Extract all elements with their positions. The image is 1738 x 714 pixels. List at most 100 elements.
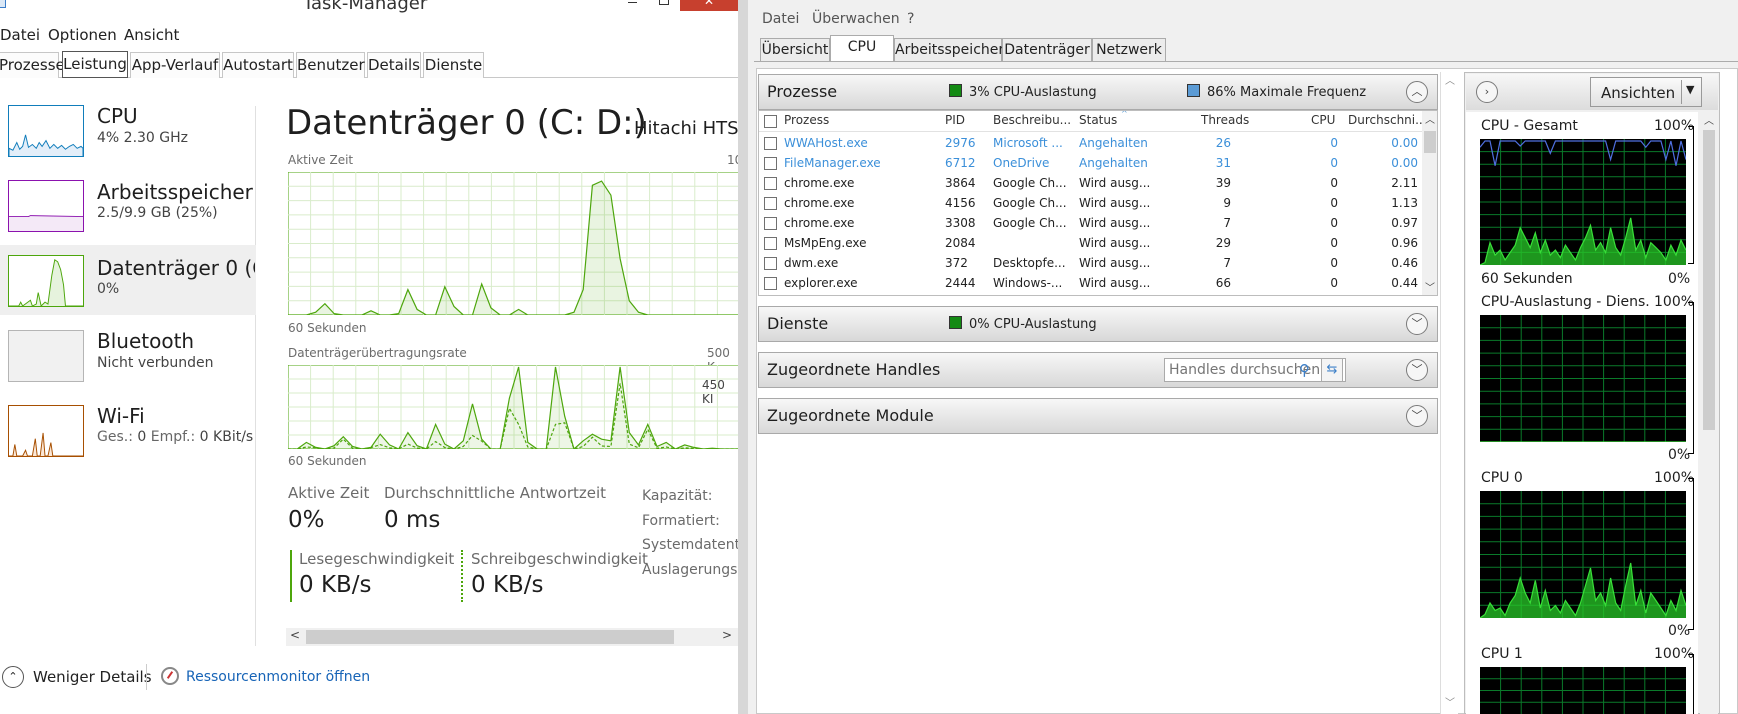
col-avg[interactable]: Durchschni...	[1348, 113, 1427, 127]
col-description[interactable]: Beschreibu...	[993, 113, 1071, 127]
col-cpu[interactable]: CPU	[1311, 113, 1335, 127]
scroll-down-icon[interactable]: ﹀	[1425, 279, 1435, 294]
process-checkbox[interactable]	[764, 177, 777, 190]
table-row[interactable]: dwm.exe 372 Desktopfe... Wird ausg... 7 0 0.46	[759, 253, 1422, 274]
left-pane-scrollbar[interactable]: ︿ ﹀	[1440, 72, 1458, 714]
fewer-details-link[interactable]: Weniger Details	[33, 668, 152, 686]
fewer-details-icon[interactable]: ⌃	[2, 666, 24, 688]
col-process[interactable]: Prozess	[784, 113, 829, 127]
process-checkbox[interactable]	[764, 197, 777, 210]
process-checkbox[interactable]	[764, 277, 777, 290]
maximize-button[interactable]	[650, 0, 680, 10]
rm-menu-ueberwachen[interactable]: Überwachen	[812, 11, 900, 27]
tab-autostart[interactable]: Autostart	[222, 52, 294, 78]
graph-scroll-thumb[interactable]	[1703, 130, 1715, 430]
handles-header[interactable]: Zugeordnete Handles ⚲ ⇆ ﹀	[758, 352, 1438, 388]
rm-menu-help[interactable]: ?	[907, 11, 914, 27]
rm-menu-datei[interactable]: Datei	[762, 11, 799, 27]
sidebar-item-wifi[interactable]: Wi-Fi Ges.: 0 Empf.: 0 KBit/s	[0, 397, 256, 467]
scroll-up-icon[interactable]: ︿	[1425, 111, 1435, 126]
rm-tab-cpu[interactable]: CPU	[830, 35, 894, 61]
transfer-mark: 450 KI	[702, 378, 725, 406]
menu-datei[interactable]: Datei	[0, 26, 40, 44]
active-time-seconds: 60 Sekunden	[288, 321, 367, 335]
scrollbar-thumb[interactable]	[306, 630, 674, 644]
process-checkbox[interactable]	[764, 237, 777, 250]
process-checkbox[interactable]	[764, 137, 777, 150]
graph-panel-scrollbar[interactable]: ︿	[1700, 112, 1718, 714]
process-checkbox[interactable]	[764, 157, 777, 170]
graph-seconds-cpu-total: 60 Sekunden	[1481, 271, 1573, 287]
tab-dienste[interactable]: Dienste	[423, 52, 484, 78]
expand-modules-icon[interactable]: ﹀	[1406, 405, 1428, 427]
process-table-scrollbar[interactable]: ︿ ﹀	[1422, 111, 1437, 295]
scroll-left-icon[interactable]: <	[290, 628, 300, 642]
services-header[interactable]: Dienste 0% CPU-Auslastung ﹀	[758, 306, 1438, 342]
tab-leistung[interactable]: Leistung	[62, 51, 128, 78]
search-icon[interactable]: ⚲	[1299, 361, 1317, 379]
table-row[interactable]: FileManager.exe 6712 OneDrive Angehalten 31 0…	[759, 153, 1422, 174]
table-row[interactable]: WWAHost.exe 2976 Microsoft ... Angehalten 26…	[759, 133, 1422, 154]
resource-monitor-window: Datei Überwachen ? Übersicht CPU Arbeits…	[748, 0, 1738, 714]
graph-min-cpu-total: 0%	[1668, 271, 1691, 287]
minimize-button[interactable]	[618, 0, 648, 10]
maximize-icon	[659, 0, 669, 5]
process-scroll-thumb[interactable]	[1424, 131, 1436, 153]
menu-bar: Datei Optionen Ansicht	[0, 24, 738, 46]
col-pid[interactable]: PID	[945, 113, 965, 127]
process-cpu: 0	[1330, 276, 1338, 290]
process-description: OneDrive	[993, 156, 1050, 170]
scroll-right-icon[interactable]: >	[722, 628, 732, 642]
views-button[interactable]: Ansichten ▼	[1590, 77, 1702, 107]
rm-tab-disk[interactable]: Datenträger	[1002, 38, 1092, 62]
rm-tab-memory[interactable]: Arbeitsspeicher	[894, 38, 1004, 62]
horizontal-scrollbar[interactable]: < >	[286, 628, 738, 646]
graph-cpu0	[1480, 491, 1686, 618]
table-row[interactable]: MsMpEng.exe 2084 Wird ausg... 29 0 0.96	[759, 233, 1422, 254]
process-checkbox[interactable]	[764, 217, 777, 230]
col-threads[interactable]: Threads	[1201, 113, 1249, 127]
stat-active-time-label: Aktive Zeit	[288, 484, 370, 502]
views-button-label: Ansichten	[1601, 84, 1676, 102]
modules-header[interactable]: Zugeordnete Module ﹀	[758, 398, 1438, 434]
tab-benutzer[interactable]: Benutzer	[296, 52, 365, 78]
process-avg-cpu: 0.00	[1391, 156, 1418, 170]
processes-header[interactable]: Prozesse 3% CPU-Auslastung 86% Maximale …	[758, 74, 1438, 110]
tab-app-verlauf[interactable]: App-Verlauf	[130, 52, 220, 78]
collapse-processes-icon[interactable]: ︿	[1406, 81, 1428, 103]
tab-prozesse[interactable]: Prozesse	[0, 52, 65, 78]
stat-read-value: 0 KB/s	[299, 572, 372, 598]
menu-ansicht[interactable]: Ansicht	[124, 26, 179, 44]
transfer-caption: Datenträgerübertragungsrate	[288, 346, 467, 360]
col-status[interactable]: Status	[1079, 113, 1117, 127]
graph-scroll-up-icon[interactable]: ︿	[1704, 112, 1714, 127]
refresh-search-icon[interactable]: ⇆	[1321, 358, 1343, 382]
select-all-checkbox[interactable]	[764, 115, 777, 128]
table-row[interactable]: explorer.exe 2444 Windows-... Wird ausg... 6…	[759, 273, 1422, 294]
left-pane-scroll-down-icon[interactable]: ﹀	[1445, 694, 1455, 709]
task-manager-window: Task-Manager ✕ Datei Optionen Ansicht Pr…	[0, 0, 738, 714]
table-row[interactable]: chrome.exe 3864 Google Ch... Wird ausg... 39…	[759, 173, 1422, 194]
sidebar-item-bluetooth[interactable]: Bluetooth Nicht verbunden	[0, 321, 256, 391]
menu-optionen[interactable]: Optionen	[48, 26, 117, 44]
process-checkbox[interactable]	[764, 257, 777, 270]
table-row[interactable]: chrome.exe 4156 Google Ch... Wird ausg... 9 0…	[759, 193, 1422, 214]
sidebar-item-memory[interactable]: Arbeitsspeicher 2.5/9.9 GB (25%)	[0, 168, 256, 238]
expand-services-icon[interactable]: ﹀	[1406, 313, 1428, 335]
tab-details[interactable]: Details	[367, 52, 421, 78]
process-avg-cpu: 0.96	[1391, 236, 1418, 250]
collapse-graph-panel-icon[interactable]: ›	[1476, 81, 1498, 103]
sidebar-item-disk[interactable]: Datenträger 0 (C: D:) 0%	[0, 245, 256, 315]
formatted-label: Formatiert:	[642, 512, 720, 529]
sidebar-item-cpu[interactable]: CPU 4% 2.30 GHz	[0, 95, 256, 165]
left-pane-scroll-up-icon[interactable]: ︿	[1445, 72, 1455, 87]
rm-tab-network[interactable]: Netzwerk	[1092, 38, 1166, 62]
views-dropdown-icon[interactable]: ▼	[1686, 83, 1694, 96]
handles-search-input[interactable]	[1164, 358, 1346, 382]
resource-monitor-link[interactable]: Ressourcenmonitor öffnen	[186, 669, 370, 685]
rm-tab-overview[interactable]: Übersicht	[760, 38, 830, 62]
table-row[interactable]: chrome.exe 3308 Google Ch... Wird ausg... 7 0…	[759, 213, 1422, 234]
close-button[interactable]: ✕	[680, 0, 738, 11]
process-threads: 66	[1215, 276, 1231, 290]
expand-handles-icon[interactable]: ﹀	[1406, 359, 1428, 381]
